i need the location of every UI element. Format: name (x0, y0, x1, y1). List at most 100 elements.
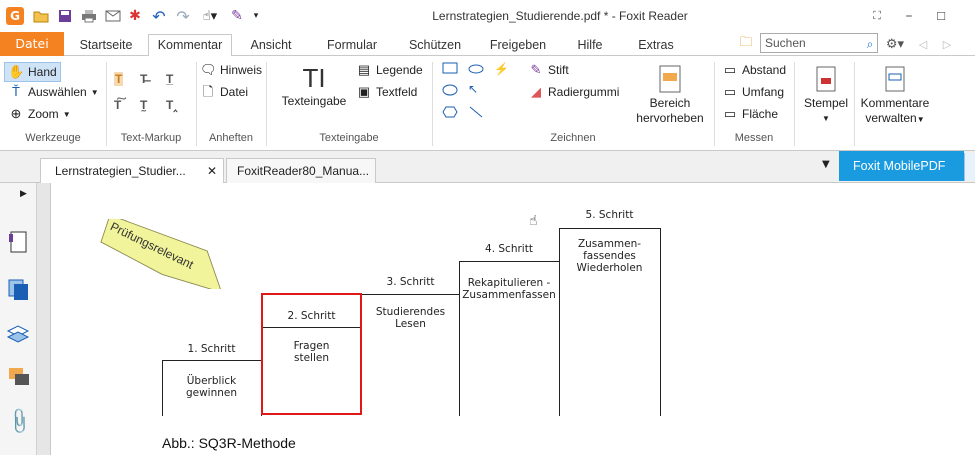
distance-button[interactable]: ▭ Abstand (722, 62, 786, 78)
redo-icon[interactable]: ↷ (174, 7, 192, 26)
step-3-heading: 3. Schritt (386, 276, 435, 288)
step-1-heading: 1. Schritt (187, 343, 236, 355)
select-tool-button[interactable]: Ť Auswählen ▼ (8, 84, 99, 100)
search-input[interactable]: Suchen (760, 33, 878, 53)
note-button[interactable]: 🗨 Hinweis (200, 62, 262, 78)
stamp-button[interactable]: Stempel ▼ (798, 62, 854, 126)
pages-icon[interactable] (8, 279, 30, 304)
area-highlight-label-2: hervorheben (636, 111, 704, 125)
pencil-button[interactable]: ✎ Stift (528, 62, 569, 78)
pdf-page[interactable]: Prüfungsrelevant ☝ 1. Schritt Überblick g… (51, 183, 975, 455)
new-icon[interactable]: ✱ (126, 7, 144, 25)
hand-tool-icon[interactable]: ☝▾ (198, 7, 222, 25)
step-line (559, 228, 660, 229)
step-3-line-1: Studierendes (375, 306, 446, 318)
layers-icon[interactable] (6, 323, 30, 348)
divider (794, 62, 795, 146)
attachments-icon[interactable]: 📎 (4, 406, 35, 436)
hand-icon: ✋ (8, 64, 25, 79)
email-icon[interactable] (104, 7, 122, 25)
area-highlight-button[interactable]: Bereich hervorheben (630, 62, 710, 126)
callout-icon: ▤ (357, 62, 371, 77)
insert-text-button[interactable]: T‸ (166, 98, 177, 112)
next-arrow-icon[interactable]: ▷ (940, 35, 954, 53)
tab-freigeben[interactable]: Freigeben (480, 35, 556, 56)
open-folder-icon[interactable] (32, 7, 50, 25)
find-folder-icon[interactable]: 🗀 (736, 35, 756, 53)
panel-splitter[interactable] (37, 183, 51, 455)
callout-button[interactable]: ▤ Legende (356, 62, 423, 78)
zoom-label: Zoom (28, 107, 59, 121)
tab-hilfe[interactable]: Hilfe (570, 35, 610, 56)
tab-list-chevron-icon[interactable]: ▼ (822, 159, 830, 170)
maximize-icon[interactable]: ☐ (932, 7, 950, 25)
group-label-messen: Messen (734, 132, 774, 144)
replace-text-button[interactable]: T̰ (140, 98, 147, 112)
pencil-icon: ✎ (530, 62, 542, 77)
typewriter-label: Texteingabe (281, 94, 347, 108)
pruefungsrelevant-stamp[interactable]: Prüfungsrelevant (93, 219, 243, 289)
minimize-icon[interactable]: – (900, 7, 918, 25)
rectangle-tool[interactable] (442, 62, 458, 74)
group-label-werkzeuge: Werkzeuge (25, 132, 81, 144)
eraser-button[interactable]: ◢ Radiergummi (528, 84, 619, 100)
settings-gear-icon[interactable]: ⚙▾ (884, 35, 906, 53)
save-icon[interactable] (56, 7, 74, 25)
polyline-tool[interactable]: ⚡ (494, 62, 509, 76)
perimeter-button[interactable]: ▭ Umfang (722, 84, 784, 100)
doc-tab-active[interactable]: Lernstrategien_Studier... ✕ (40, 158, 224, 183)
area-icon: ▭ (723, 106, 737, 121)
step-5-text: Zusammen-fassendes Wiederholen (559, 238, 660, 274)
highlight-text-button[interactable]: T (114, 72, 124, 86)
typewriter-icon: TI (302, 63, 326, 93)
undo-icon[interactable]: ↶ (150, 7, 168, 26)
oval-tool[interactable] (442, 84, 458, 96)
pdf-toggle-icon[interactable] (964, 153, 975, 181)
customize-icon[interactable]: ▾ (250, 7, 262, 25)
prev-arrow-icon[interactable]: ◁ (916, 35, 930, 53)
bookmarks-icon[interactable] (8, 231, 28, 256)
foxit-logo-icon[interactable]: G (6, 7, 24, 25)
zoom-tool-button[interactable]: ⊕ Zoom ▼ (8, 106, 71, 122)
strikeout-text-button[interactable]: T̶ (140, 72, 147, 86)
tab-ansicht[interactable]: Ansicht (240, 35, 302, 56)
typewriter-button[interactable]: TI Texteingabe (274, 62, 354, 109)
stamp-icon (798, 62, 854, 96)
arrow-tool[interactable]: ↖ (468, 82, 478, 96)
line-tool[interactable] (468, 106, 484, 118)
polygon-tool[interactable] (442, 106, 458, 118)
print-icon[interactable] (80, 7, 98, 25)
area-label: Fläche (742, 107, 779, 121)
step-3-line-2: Lesen (395, 318, 426, 330)
close-icon[interactable]: ✕ (207, 159, 217, 183)
group-label-anheften: Anheften (208, 132, 254, 144)
manage-comments-label-1: Kommentare (860, 96, 930, 110)
tab-formular[interactable]: Formular (316, 35, 388, 56)
pen-icon[interactable]: ✎ (228, 7, 246, 25)
tab-extras[interactable]: Extras (628, 35, 684, 56)
tab-startseite[interactable]: Startseite (70, 35, 142, 56)
squiggly-text-button[interactable]: T͠ (114, 98, 121, 112)
cloud-tool[interactable] (468, 62, 484, 74)
eraser-icon: ◢ (531, 84, 541, 99)
doc-tab[interactable]: FoxitReader80_Manua... (226, 158, 376, 183)
underline-text-button[interactable]: T̲ (166, 72, 173, 86)
select-label: Auswählen (28, 85, 87, 99)
tab-kommentar[interactable]: Kommentar (148, 34, 232, 57)
foxit-mobilepdf-banner[interactable]: Foxit MobilePDF (839, 151, 964, 181)
tab-schuetzen[interactable]: Schützen (402, 35, 468, 56)
textbox-button[interactable]: ▣ Textfeld (356, 84, 418, 100)
step-3-text: Studierendes Lesen (362, 306, 459, 330)
expand-panel-icon[interactable]: ▶ (20, 189, 27, 199)
divider (854, 62, 855, 146)
callout-label: Legende (376, 63, 423, 77)
search-icon[interactable]: ⌕ (862, 35, 878, 53)
hand-tool-button[interactable]: ✋ Hand (4, 62, 61, 82)
tab-datei[interactable]: Datei (0, 32, 64, 56)
attach-file-button[interactable]: 🗋 Datei (200, 84, 248, 100)
comments-panel-icon[interactable] (8, 367, 30, 390)
manage-comments-button[interactable]: Kommentare verwalten▼ (856, 62, 934, 127)
fullscreen-icon[interactable]: ⛶ (868, 7, 886, 25)
group-label-texteingabe: Texteingabe (319, 132, 379, 144)
area-button[interactable]: ▭ Fläche (722, 106, 778, 122)
